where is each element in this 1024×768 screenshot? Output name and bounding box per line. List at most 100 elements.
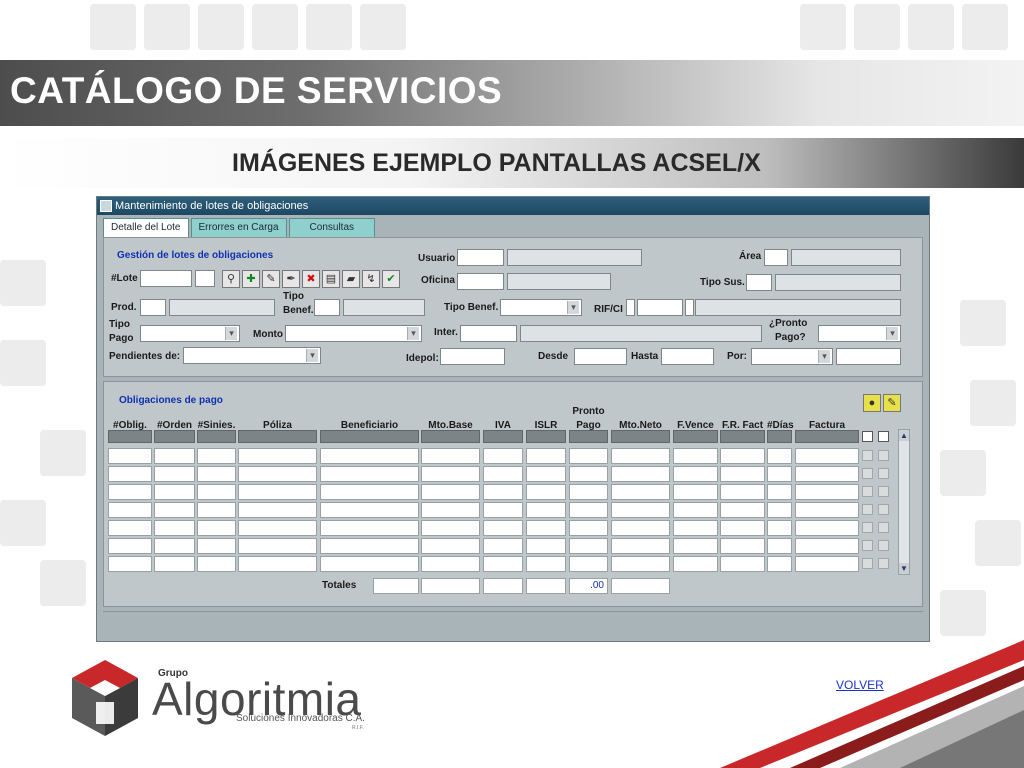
grid-cell[interactable]: [154, 538, 195, 554]
monto-select[interactable]: [285, 325, 422, 342]
grid-cell[interactable]: [421, 556, 480, 572]
row-checkbox[interactable]: [878, 486, 889, 497]
grid-cell[interactable]: [526, 484, 566, 500]
grid-cell[interactable]: [483, 556, 523, 572]
desde-input[interactable]: [574, 348, 627, 365]
row-checkbox[interactable]: [862, 522, 873, 533]
grid-cell[interactable]: [483, 520, 523, 536]
grid-cell[interactable]: [720, 502, 765, 518]
grid-cell[interactable]: [673, 448, 718, 464]
grid-cell[interactable]: [569, 520, 608, 536]
grid-cell[interactable]: [767, 502, 792, 518]
grid-cell[interactable]: [611, 538, 670, 554]
volver-link[interactable]: VOLVER: [836, 678, 884, 692]
circle-button-icon[interactable]: ●: [863, 394, 881, 412]
tipo-benef-select[interactable]: [500, 299, 582, 316]
grid-cell[interactable]: [154, 502, 195, 518]
row-checkbox[interactable]: [878, 522, 889, 533]
grid-cell[interactable]: [526, 448, 566, 464]
grid-cell[interactable]: [611, 502, 670, 518]
grid-cell[interactable]: [673, 466, 718, 482]
prod-input[interactable]: [140, 299, 166, 316]
grid-cell[interactable]: [108, 466, 152, 482]
grid-cell[interactable]: [238, 448, 317, 464]
edit-icon[interactable]: ✎: [262, 270, 280, 288]
grid-cell[interactable]: [673, 556, 718, 572]
grid-cell[interactable]: [483, 466, 523, 482]
grid-cell[interactable]: [720, 448, 765, 464]
grid-cell[interactable]: [526, 556, 566, 572]
grid-cell[interactable]: [720, 466, 765, 482]
row-checkbox[interactable]: [878, 504, 889, 515]
grid-cell[interactable]: [238, 556, 317, 572]
grid-cell[interactable]: [154, 466, 195, 482]
grid-cell[interactable]: [197, 466, 236, 482]
tipo-sus-input[interactable]: [746, 274, 772, 291]
grid-cell[interactable]: [238, 484, 317, 500]
rif-number-input[interactable]: [637, 299, 683, 316]
grid-cell[interactable]: [569, 484, 608, 500]
row-checkbox[interactable]: [862, 540, 873, 551]
grid-cell[interactable]: [197, 538, 236, 554]
grid-cell[interactable]: [197, 448, 236, 464]
grid-cell[interactable]: [320, 538, 419, 554]
row-checkbox[interactable]: [878, 558, 889, 569]
grid-cell[interactable]: [483, 502, 523, 518]
grid-cell[interactable]: [611, 556, 670, 572]
usuario-input[interactable]: [457, 249, 504, 266]
scroll-up-icon[interactable]: ▲: [899, 430, 909, 441]
grid-cell[interactable]: [108, 502, 152, 518]
row-checkbox[interactable]: [862, 450, 873, 461]
grid-cell[interactable]: [238, 538, 317, 554]
area-input[interactable]: [764, 249, 788, 266]
grid-cell[interactable]: [108, 520, 152, 536]
grid-cell[interactable]: [611, 466, 670, 482]
grid-cell[interactable]: [483, 538, 523, 554]
print-icon[interactable]: ▤: [322, 270, 340, 288]
hasta-input[interactable]: [661, 348, 714, 365]
grid-scrollbar[interactable]: ▲ ▼: [898, 429, 910, 575]
grid-cell[interactable]: [795, 484, 859, 500]
grid-cell[interactable]: [673, 484, 718, 500]
grid-cell[interactable]: [611, 448, 670, 464]
grid-cell[interactable]: [197, 520, 236, 536]
grid-cell[interactable]: [795, 538, 859, 554]
lote-input[interactable]: [140, 270, 192, 287]
grid-cell[interactable]: [795, 466, 859, 482]
grid-cell[interactable]: [673, 520, 718, 536]
tab-errores-en-carga[interactable]: Errorres en Carga: [190, 218, 287, 237]
grid-cell[interactable]: [526, 538, 566, 554]
binoculars-icon[interactable]: ⚲: [222, 270, 240, 288]
scroll-down-icon[interactable]: ▼: [899, 563, 909, 574]
process-icon[interactable]: ↯: [362, 270, 380, 288]
pin-icon[interactable]: ✎: [883, 394, 901, 412]
grid-cell[interactable]: [720, 520, 765, 536]
grid-cell[interactable]: [421, 448, 480, 464]
grid-cell[interactable]: [320, 520, 419, 536]
grid-cell[interactable]: [320, 484, 419, 500]
grid-cell[interactable]: [767, 520, 792, 536]
row-checkbox[interactable]: [862, 468, 873, 479]
grid-cell[interactable]: [421, 484, 480, 500]
pen-icon[interactable]: ✒: [282, 270, 300, 288]
grid-cell[interactable]: [767, 466, 792, 482]
grid-cell[interactable]: [238, 520, 317, 536]
grid-cell[interactable]: [320, 448, 419, 464]
tipo-benef-input[interactable]: [314, 299, 340, 316]
grid-cell[interactable]: [569, 466, 608, 482]
grid-cell[interactable]: [526, 466, 566, 482]
grid-cell[interactable]: [767, 538, 792, 554]
grid-cell[interactable]: [154, 448, 195, 464]
row-checkbox[interactable]: [878, 468, 889, 479]
select-all-checkbox[interactable]: [862, 431, 873, 442]
por-select[interactable]: [751, 348, 833, 365]
row-checkbox[interactable]: [862, 558, 873, 569]
grid-cell[interactable]: [154, 556, 195, 572]
grid-cell[interactable]: [526, 502, 566, 518]
grid-cell[interactable]: [238, 502, 317, 518]
grid-cell[interactable]: [108, 538, 152, 554]
grid-cell[interactable]: [483, 484, 523, 500]
grid-cell[interactable]: [108, 556, 152, 572]
grid-cell[interactable]: [720, 484, 765, 500]
grid-cell[interactable]: [320, 556, 419, 572]
